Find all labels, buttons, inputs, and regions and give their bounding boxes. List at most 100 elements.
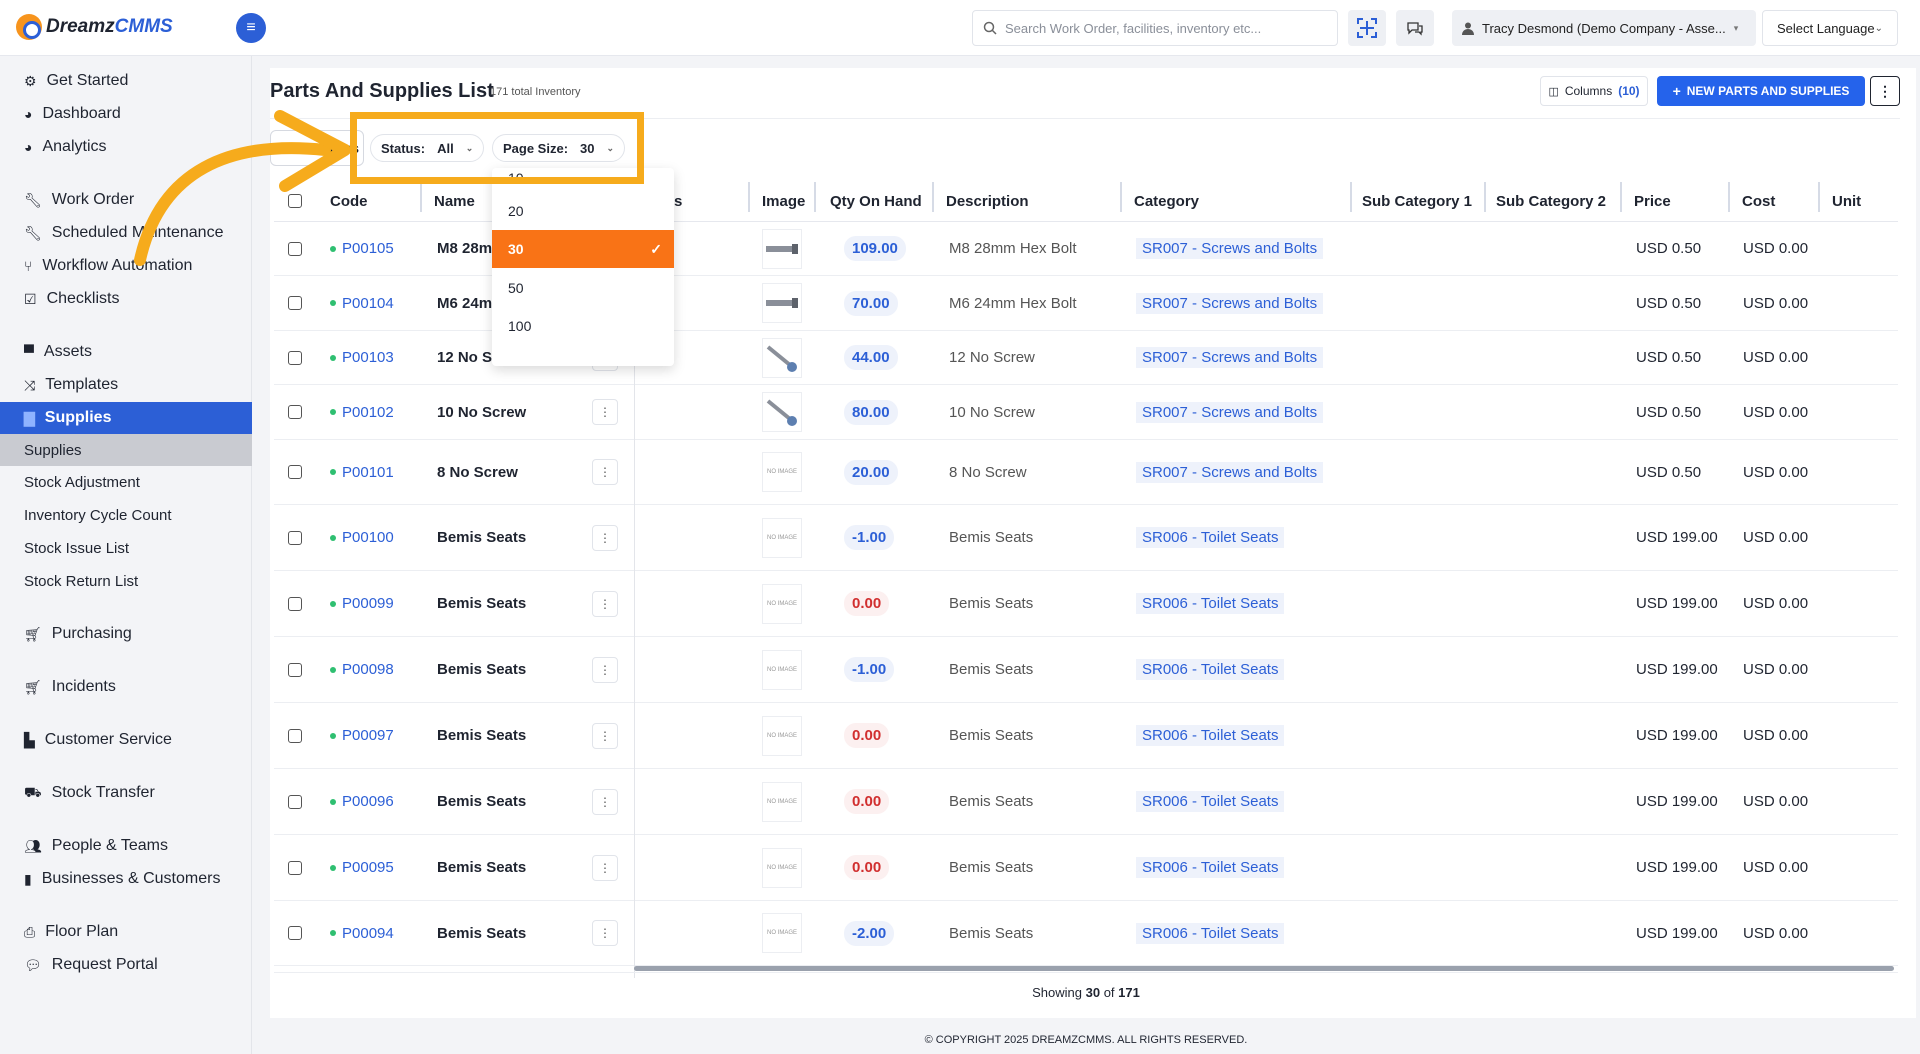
sidebar-subitem-stock-issue-list[interactable]: Stock Issue List [0,532,252,564]
sidebar-item-assets[interactable]: ▀ Assets [0,336,252,368]
part-code-link[interactable]: P00103 [342,349,394,366]
sidebar-item-businesses-customers[interactable]: ▮ Businesses & Customers [0,863,252,895]
column-header-partial[interactable]: s [674,180,682,222]
part-image[interactable]: NO IMAGE [762,913,802,953]
page-size-option-30[interactable]: 30 ✓ [492,230,674,268]
part-code-link[interactable]: P00096 [342,793,394,810]
sidebar-subitem-supplies[interactable]: Supplies [0,434,252,466]
part-image[interactable]: NO IMAGE [762,517,802,558]
part-image[interactable]: NO IMAGE [762,452,802,492]
table-row[interactable]: P00096 Bemis Seats ⋮ NO IMAGE 0.00 Bemis Seat… [274,769,1898,835]
part-code-link[interactable]: P00094 [342,925,394,942]
column-resizer[interactable] [420,182,422,212]
chat-button[interactable] [1396,10,1434,46]
brand-logo[interactable]: DreamzCMMS [16,14,173,40]
row-checkbox[interactable] [288,505,302,570]
row-actions-button[interactable]: ⋮ [592,722,618,749]
column-header-description[interactable]: Description [946,180,1029,222]
part-image[interactable] [762,337,802,378]
part-image[interactable] [762,228,802,269]
sidebar-item-stock-transfer[interactable]: ⛟ Stock Transfer [0,777,252,809]
row-actions-button[interactable]: ⋮ [592,854,618,881]
part-code-link[interactable]: P00102 [342,404,394,421]
column-header-category[interactable]: Category [1134,180,1199,222]
column-resizer[interactable] [1818,182,1820,212]
category-link[interactable]: SR007 - Screws and Bolts [1136,292,1324,314]
sidebar-subitem-stock-adjustment[interactable]: Stock Adjustment [0,466,252,498]
category-link[interactable]: SR006 - Toilet Seats [1136,725,1285,746]
part-code-link[interactable]: P00098 [342,661,394,678]
row-actions-button[interactable]: ⋮ [592,788,618,815]
column-header-qty[interactable]: Qty On Hand [830,180,922,222]
column-header-subcategory2[interactable]: Sub Category 2 [1496,180,1606,222]
column-header-cost[interactable]: Cost [1742,180,1775,222]
sidebar-item-request-portal[interactable]: 💬︎ Request Portal [0,949,252,981]
row-checkbox[interactable] [288,385,302,439]
user-menu[interactable]: Tracy Desmond (Demo Company - Asse... ▾ [1452,10,1756,46]
column-header-name[interactable]: Name [434,180,475,222]
search-input[interactable] [1005,20,1305,36]
column-resizer[interactable] [1484,182,1486,212]
sidebar-subitem-inventory-cycle-count[interactable]: Inventory Cycle Count [0,499,252,531]
page-size-option-20[interactable]: 20 [492,192,674,230]
category-link[interactable]: SR006 - Toilet Seats [1136,659,1285,680]
category-link[interactable]: SR007 - Screws and Bolts [1136,461,1324,483]
table-row[interactable]: P00098 Bemis Seats ⋮ NO IMAGE -1.00 Bemis Sea… [274,637,1898,703]
row-actions-button[interactable]: ⋮ [592,524,618,551]
horizontal-scrollbar[interactable] [634,966,1894,971]
table-row[interactable]: P00094 Bemis Seats ⋮ NO IMAGE -2.00 Bemis Sea… [274,901,1898,966]
sidebar-item-floor-plan[interactable]: ⎙ Floor Plan [0,916,252,948]
table-row[interactable]: P00097 Bemis Seats ⋮ NO IMAGE 0.00 Bemis Seat… [274,703,1898,769]
sidebar-item-people-teams[interactable]: 👥︎ People & Teams [0,830,252,862]
category-link[interactable]: SR006 - Toilet Seats [1136,527,1285,548]
part-image[interactable]: NO IMAGE [762,847,802,888]
language-select[interactable]: Select Language ⌄ [1762,10,1898,46]
page-size-option-50[interactable]: 50 [492,269,674,307]
category-link[interactable]: SR007 - Screws and Bolts [1136,401,1324,423]
row-checkbox[interactable] [288,769,302,834]
row-actions-button[interactable]: ⋮ [592,590,618,617]
sidebar-item-checklists[interactable]: ☑ Checklists [0,283,252,315]
row-actions-button[interactable]: ⋮ [592,399,618,425]
table-row[interactable]: P00102 10 No Screw ⋮ 80.00 10 No Screw SR007 … [274,385,1898,440]
row-checkbox[interactable] [288,276,302,330]
sidebar-subitem-stock-return-list[interactable]: Stock Return List [0,565,252,597]
part-image[interactable] [762,392,802,432]
part-code-link[interactable]: P00101 [342,464,394,481]
part-code-link[interactable]: P00095 [342,859,394,876]
category-link[interactable]: SR007 - Screws and Bolts [1136,238,1324,259]
category-link[interactable]: SR007 - Screws and Bolts [1136,347,1324,368]
column-header-unit[interactable]: Unit [1832,180,1861,222]
part-image[interactable] [762,283,802,323]
sidebar-item-incidents[interactable]: 🛒︎ Incidents [0,671,252,703]
column-resizer[interactable] [748,182,750,212]
row-checkbox[interactable] [288,440,302,504]
category-link[interactable]: SR006 - Toilet Seats [1136,857,1285,878]
category-link[interactable]: SR006 - Toilet Seats [1136,922,1285,944]
sidebar-item-get-started[interactable]: ⚙ Get Started [0,65,252,97]
new-parts-button[interactable]: + NEW PARTS AND SUPPLIES [1657,76,1865,106]
column-resizer[interactable] [1350,182,1352,212]
part-code-link[interactable]: P00097 [342,727,394,744]
part-image[interactable]: NO IMAGE [762,583,802,624]
columns-button[interactable]: ◫ Columns (10) [1540,76,1648,106]
row-checkbox[interactable] [288,571,302,636]
row-checkbox[interactable] [288,331,302,384]
row-checkbox[interactable] [288,901,302,965]
column-header-price[interactable]: Price [1634,180,1671,222]
part-image[interactable]: NO IMAGE [762,715,802,756]
row-checkbox[interactable] [288,637,302,702]
row-actions-button[interactable]: ⋮ [592,459,618,485]
table-row[interactable]: P00101 8 No Screw ⋮ NO IMAGE 20.00 8 No Screw… [274,440,1898,505]
menu-toggle-icon[interactable]: ≡ [236,13,266,43]
part-code-link[interactable]: P00099 [342,595,394,612]
column-resizer[interactable] [932,182,934,212]
row-actions-button[interactable]: ⋮ [592,920,618,946]
sidebar-item-customer-service[interactable]: ▙ Customer Service [0,724,252,756]
page-size-option-100[interactable]: 100 [492,307,674,345]
row-actions-button[interactable]: ⋮ [592,656,618,683]
category-link[interactable]: SR006 - Toilet Seats [1136,791,1285,812]
table-row[interactable]: P00095 Bemis Seats ⋮ NO IMAGE 0.00 Bemis Seat… [274,835,1898,901]
column-header-subcategory1[interactable]: Sub Category 1 [1362,180,1472,222]
part-code-link[interactable]: P00104 [342,295,394,312]
